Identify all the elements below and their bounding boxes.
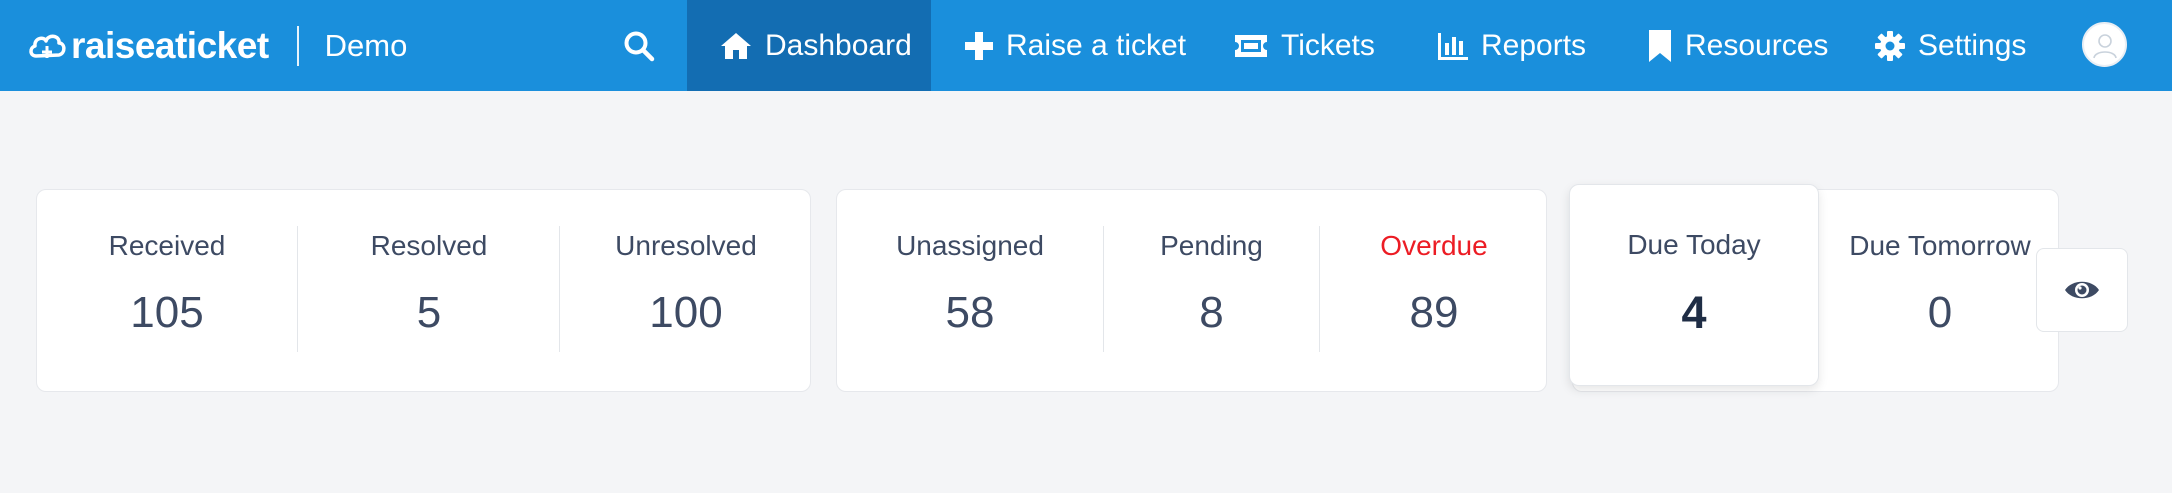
stat-label: Resolved [370,230,488,261]
nav-label: Dashboard [765,28,912,62]
cloud-logo-icon [29,34,66,58]
stat-label: Unresolved [615,230,757,261]
organization-name: Demo [324,27,408,63]
stat-label: Overdue [1380,230,1488,261]
nav-resources[interactable]: Resources [1647,0,1828,91]
stat-pending[interactable]: Pending 8 [1104,190,1319,391]
stat-label: Due Today [1627,229,1761,260]
stat-overdue[interactable]: Overdue 89 [1320,190,1548,391]
nav-label: Resources [1685,28,1829,62]
nav-label: Tickets [1281,28,1375,62]
eye-icon [2065,281,2099,299]
ticket-status-card: Unassigned 58 Pending 8 Overdue 89 [836,189,1547,392]
plus-icon [965,31,993,60]
nav-settings[interactable]: Settings [1874,0,2026,91]
top-navigation-bar: raiseaticket Demo Dashboard Raise a tick… [0,0,2172,91]
stat-value: 100 [649,288,723,337]
bookmark-icon [1649,29,1671,62]
stat-value: 5 [416,288,442,337]
stat-label: Received [108,230,226,261]
stat-value: 89 [1409,288,1459,337]
nav-tickets[interactable]: Tickets [1233,0,1375,91]
search-icon [624,31,655,61]
stat-label: Pending [1160,230,1263,261]
nav-label: Raise a ticket [1006,28,1187,62]
brand[interactable]: raiseaticket Demo [27,0,407,91]
stat-due-today[interactable]: Due Today 4 [1569,184,1819,386]
stat-resolved[interactable]: Resolved 5 [298,190,560,391]
stat-value: 8 [1199,288,1224,337]
nav-reports[interactable]: Reports [1437,0,1586,91]
nav-dashboard[interactable]: Dashboard [687,0,931,91]
stat-label: Due Tomorrow [1849,230,2031,261]
nav-label: Settings [1918,28,2027,62]
stat-value: 105 [130,288,204,337]
stat-received[interactable]: Received 105 [37,190,297,391]
nav-raise-ticket[interactable]: Raise a ticket [964,0,1186,91]
stat-value: 0 [1927,288,1953,337]
stat-value: 4 [1681,287,1707,338]
stat-label: Unassigned [896,230,1044,261]
nav-label: Reports [1481,28,1587,62]
ticket-icon [1235,34,1267,57]
user-icon [2092,33,2117,58]
search-button[interactable] [614,0,664,91]
stat-unassigned[interactable]: Unassigned 58 [837,190,1103,391]
main-nav: Dashboard [687,0,931,91]
ticket-volume-card: Received 105 Resolved 5 Unresolved 100 [36,189,811,392]
bar-chart-icon [1438,32,1468,60]
home-icon [721,32,751,59]
user-avatar[interactable] [2082,22,2127,67]
stat-unresolved[interactable]: Unresolved 100 [560,190,812,391]
gear-icon [1875,30,1905,61]
brand-name: raiseaticket [71,24,269,66]
stat-value: 58 [945,288,995,337]
toggle-visibility-button[interactable] [2036,248,2128,332]
brand-divider [296,25,299,66]
stat-due-tomorrow[interactable]: Due Tomorrow 0 [1820,190,2060,391]
